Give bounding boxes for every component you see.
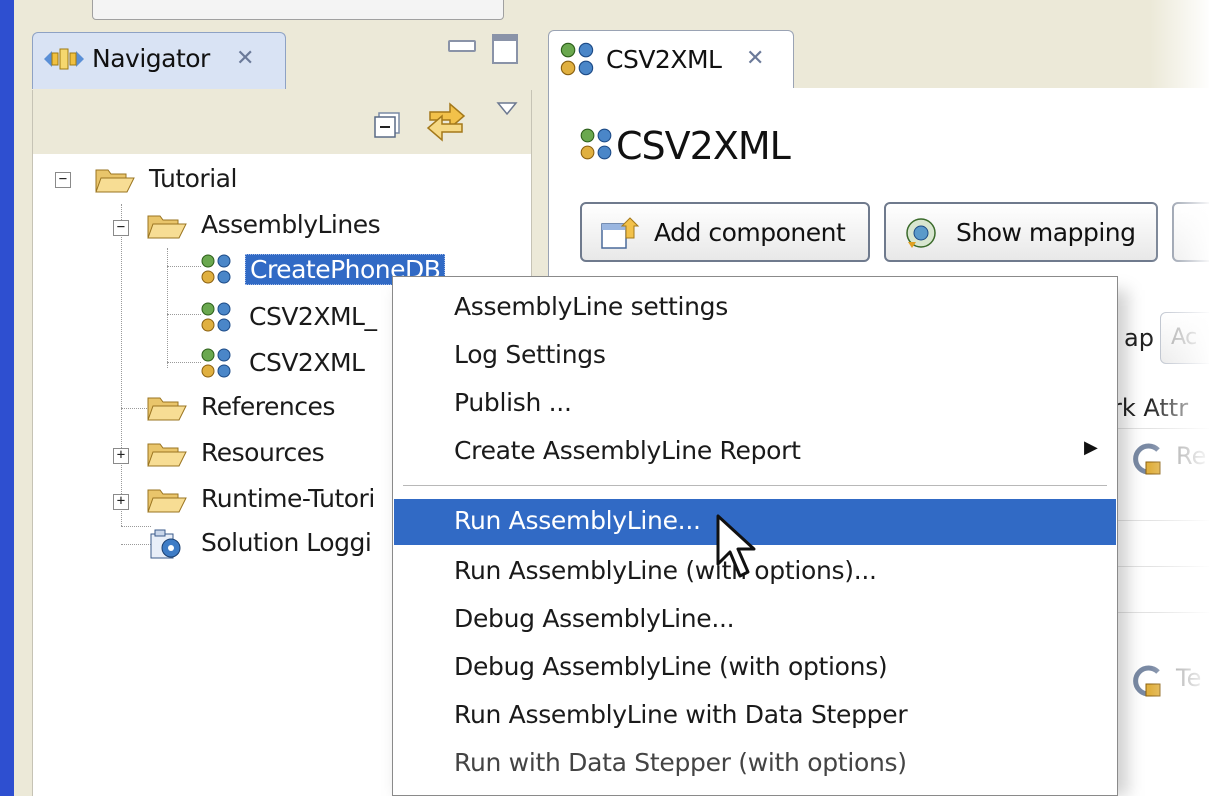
add-component-icon xyxy=(601,217,640,249)
tree-item-label: CSV2XML xyxy=(249,348,365,377)
partial-label: ap xyxy=(1124,324,1154,352)
show-mapping-label: Show mapping xyxy=(956,218,1136,247)
view-menu-icon[interactable] xyxy=(496,100,518,118)
assemblyline-icon xyxy=(201,254,231,284)
assemblyline-icon xyxy=(580,128,612,160)
tree-item-label: Resources xyxy=(201,438,325,467)
refresh-connector-icon xyxy=(1133,443,1161,475)
navigator-tab-label: Navigator xyxy=(92,44,210,73)
add-component-button[interactable]: Add component xyxy=(580,202,870,262)
menu-item-log-settings[interactable]: Log Settings xyxy=(394,333,1116,379)
page-title: CSV2XML xyxy=(616,124,791,168)
expand-toggle[interactable]: + xyxy=(113,494,129,510)
menu-item-debug-with-options[interactable]: Debug AssemblyLine (with options) xyxy=(394,645,1116,691)
close-icon[interactable]: ✕ xyxy=(746,46,764,71)
show-mapping-icon xyxy=(906,218,936,248)
assemblyline-icon xyxy=(201,302,231,332)
tree-item-label: CSV2XML_ xyxy=(249,302,377,331)
menu-separator xyxy=(403,485,1107,487)
solution-logging-icon xyxy=(150,529,181,559)
assemblyline-icon xyxy=(560,42,594,76)
minimize-icon[interactable] xyxy=(448,40,476,52)
folder-icon xyxy=(147,489,187,513)
menu-item-publish[interactable]: Publish ... xyxy=(394,381,1116,427)
submenu-arrow-icon: ▶ xyxy=(1084,437,1098,458)
tree-item-assemblylines[interactable]: − AssemblyLines xyxy=(33,208,531,248)
tree-item-label: Runtime-Tutori xyxy=(201,484,375,513)
navigator-view-icon xyxy=(44,48,84,70)
window-left-border xyxy=(0,0,14,796)
close-icon[interactable]: ✕ xyxy=(236,46,254,71)
partial-item-label: Te xyxy=(1176,664,1202,692)
partial-item-label: Re xyxy=(1176,442,1207,470)
editor-tab-label: CSV2XML xyxy=(606,45,722,74)
expand-toggle[interactable]: + xyxy=(113,448,129,464)
show-mapping-button[interactable]: Show mapping xyxy=(884,202,1158,262)
tree-item-tutorial[interactable]: − Tutorial xyxy=(33,162,531,202)
folder-open-icon xyxy=(147,215,187,239)
menu-item-label: Run AssemblyLine... xyxy=(454,506,701,535)
collapse-toggle[interactable]: − xyxy=(55,172,71,188)
menu-item-label: Publish ... xyxy=(454,388,572,417)
partial-dropdown-label: Ac xyxy=(1171,325,1197,350)
collapse-all-icon[interactable] xyxy=(374,112,400,138)
tree-item-label: AssemblyLines xyxy=(201,210,381,239)
partial-dropdown[interactable]: Ac xyxy=(1160,312,1209,364)
maximize-icon[interactable] xyxy=(492,34,518,64)
menu-item-label: Create AssemblyLine Report xyxy=(454,436,801,465)
folder-open-icon xyxy=(95,169,135,193)
menu-item-run-data-stepper[interactable]: Run AssemblyLine with Data Stepper xyxy=(394,693,1116,739)
link-with-editor-icon[interactable] xyxy=(424,100,468,142)
tree-item-label: References xyxy=(201,392,335,421)
mouse-pointer-icon xyxy=(716,514,756,578)
menu-item-label: Debug AssemblyLine (with options) xyxy=(454,652,888,681)
menu-item-label: Debug AssemblyLine... xyxy=(454,604,735,633)
menu-item-assemblyline-settings[interactable]: AssemblyLine settings xyxy=(394,285,1116,331)
menu-item-label: Run AssemblyLine with Data Stepper xyxy=(454,700,908,729)
add-component-label: Add component xyxy=(654,218,846,247)
collapse-toggle[interactable]: − xyxy=(113,220,129,236)
top-toolbar-field[interactable] xyxy=(92,0,504,20)
menu-item-label: Log Settings xyxy=(454,340,606,369)
menu-item-label: Run with Data Stepper (with options) xyxy=(454,748,907,777)
folder-icon xyxy=(147,397,187,421)
menu-item-create-report[interactable]: Create AssemblyLine Report ▶ xyxy=(394,429,1116,475)
assemblyline-icon xyxy=(201,348,231,378)
tree-item-label: Tutorial xyxy=(149,164,237,193)
tree-item-label: Solution Loggi xyxy=(201,528,372,557)
menu-item-label: AssemblyLine settings xyxy=(454,292,728,321)
menu-item-run-data-stepper-options[interactable]: Run with Data Stepper (with options) xyxy=(394,741,1116,787)
menu-item-debug-assemblyline[interactable]: Debug AssemblyLine... xyxy=(394,597,1116,643)
refresh-connector-icon xyxy=(1133,665,1161,697)
menu-item-label: Run AssemblyLine (with options)... xyxy=(454,556,877,585)
partial-toolbar-button[interactable] xyxy=(1172,202,1209,262)
folder-icon xyxy=(147,443,187,467)
